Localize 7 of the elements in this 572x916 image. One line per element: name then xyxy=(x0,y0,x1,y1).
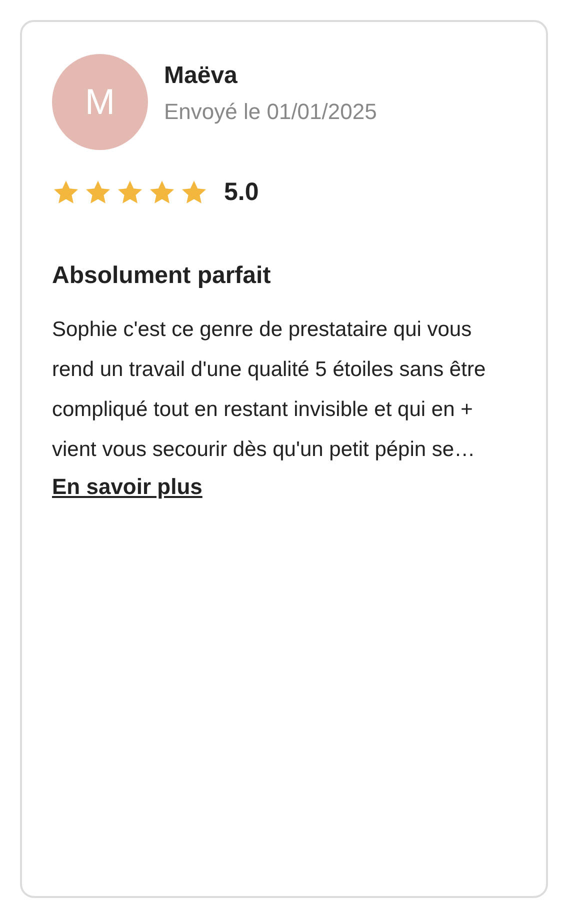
rating-value: 5.0 xyxy=(224,177,259,208)
author-name: Maëva xyxy=(164,62,238,91)
review-text: Sophie c'est ce genre de prestataire qui vous rend un travail d'une qualité 5 étoiles sans être compliqué tout en restant invisible et qui en + vient vous secourir dès qu'un petit pépin se… xyxy=(52,316,487,462)
review-title: Absolument parfait xyxy=(52,260,272,290)
review-date: Envoyé le 01/01/2025 xyxy=(164,98,377,126)
avatar: M xyxy=(52,54,148,150)
read-more-link[interactable]: En savoir plus xyxy=(52,474,202,498)
